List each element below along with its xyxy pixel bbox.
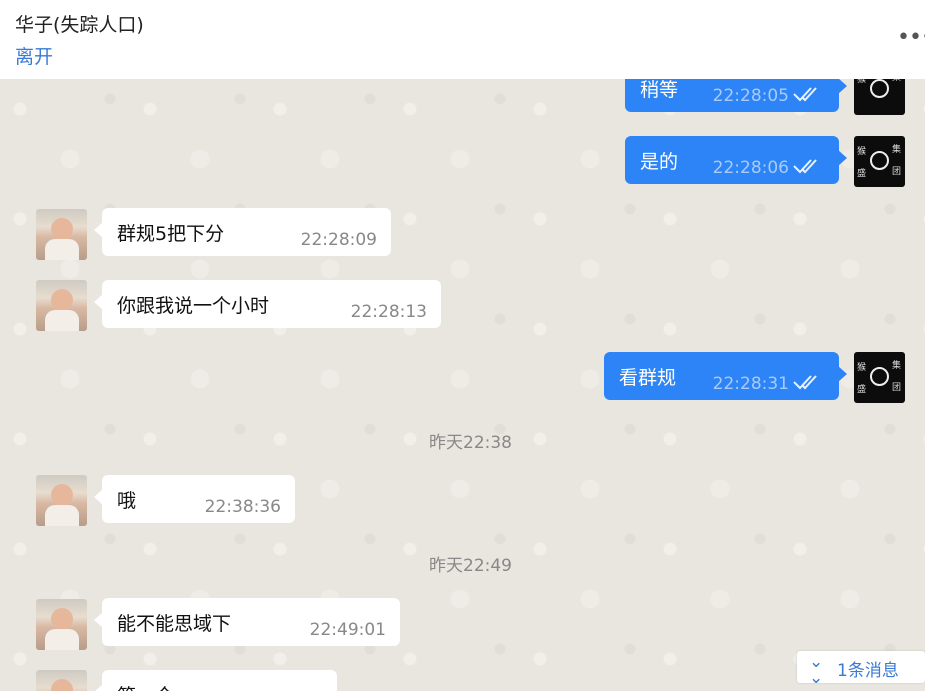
message-bubble-incoming[interactable]: 群规5把下分 22:28:09 xyxy=(94,208,391,256)
message-text: 第一个 xyxy=(117,681,174,691)
double-check-icon xyxy=(793,375,817,390)
message-time: 22:49:01 xyxy=(309,620,386,640)
avatar-char: 集 xyxy=(892,361,902,371)
message-text: 能不能思域下 xyxy=(117,613,232,635)
self-avatar[interactable]: 猴 集 盛 团 xyxy=(854,136,905,187)
self-avatar[interactable]: 猴 集 xyxy=(854,79,905,115)
logo-ring xyxy=(870,151,889,170)
message-bubble-outgoing[interactable]: 是的 22:28:06 xyxy=(625,136,847,184)
message-text: 看群规 xyxy=(619,367,677,389)
avatar-char: 盛 xyxy=(857,169,867,179)
message-text: 是的 xyxy=(640,151,679,173)
avatar-char: 团 xyxy=(892,167,902,177)
more-dots-icon[interactable]: ••• xyxy=(897,27,925,52)
message-time: 22:28:13 xyxy=(350,302,427,322)
message-text: 群规5把下分 xyxy=(117,223,225,245)
message-text: 你跟我说一个小时 xyxy=(117,295,270,317)
double-chevron-down-icon: ⌄ ⌄ xyxy=(809,652,824,688)
contact-avatar[interactable] xyxy=(36,280,87,331)
contact-avatar[interactable] xyxy=(36,599,87,650)
message-time: 22:38:36 xyxy=(204,497,281,517)
chat-header: 华子(失踪人口) 离开 ••• xyxy=(0,0,925,79)
message-time: 22:28:05 xyxy=(712,86,789,106)
time-separator: 昨天22:38 xyxy=(429,433,512,453)
message-time: 22:28:06 xyxy=(712,158,789,178)
message-time: 22:28:31 xyxy=(712,374,789,394)
contact-avatar[interactable] xyxy=(36,670,87,691)
message-bubble-outgoing[interactable]: 稍等 22:28:05 xyxy=(625,79,847,112)
avatar-char: 团 xyxy=(892,383,902,393)
contact-status: 离开 xyxy=(15,46,54,68)
double-check-icon xyxy=(793,159,817,174)
new-message-label: 1条消息 xyxy=(837,661,899,681)
avatar-char: 猴 xyxy=(857,79,867,85)
avatar-char: 猴 xyxy=(857,363,867,373)
avatar-char: 集 xyxy=(892,79,901,83)
contact-avatar[interactable] xyxy=(36,209,87,260)
message-text: 稍等 xyxy=(640,79,679,101)
message-bubble-outgoing[interactable]: 看群规 22:28:31 xyxy=(604,352,847,400)
double-check-icon xyxy=(793,87,817,102)
self-avatar[interactable]: 猴 集 盛 团 xyxy=(854,352,905,403)
message-bubble-incoming[interactable]: 你跟我说一个小时 22:28:13 xyxy=(94,280,441,328)
new-message-button[interactable]: ⌄ ⌄ 1条消息 xyxy=(797,651,925,688)
message-text: 哦 xyxy=(117,490,137,512)
logo-ring xyxy=(870,367,889,386)
message-bubble-incoming[interactable]: 能不能思域下 22:49:01 xyxy=(94,598,400,646)
message-bubble-incoming[interactable]: 第一个 xyxy=(94,670,337,691)
avatar-char: 集 xyxy=(892,145,902,155)
message-list[interactable]: 稍等 22:28:05 猴 集 是的 22:28:06 猴 集 盛 团 群规5把… xyxy=(0,79,925,691)
message-bubble-incoming[interactable]: 哦 22:38:36 xyxy=(94,475,295,523)
contact-avatar[interactable] xyxy=(36,475,87,526)
logo-ring xyxy=(870,79,889,98)
avatar-char: 猴 xyxy=(857,147,867,157)
message-time: 22:28:09 xyxy=(300,230,377,250)
contact-name[interactable]: 华子(失踪人口) xyxy=(15,10,144,37)
avatar-char: 盛 xyxy=(857,385,867,395)
time-separator: 昨天22:49 xyxy=(429,556,512,576)
